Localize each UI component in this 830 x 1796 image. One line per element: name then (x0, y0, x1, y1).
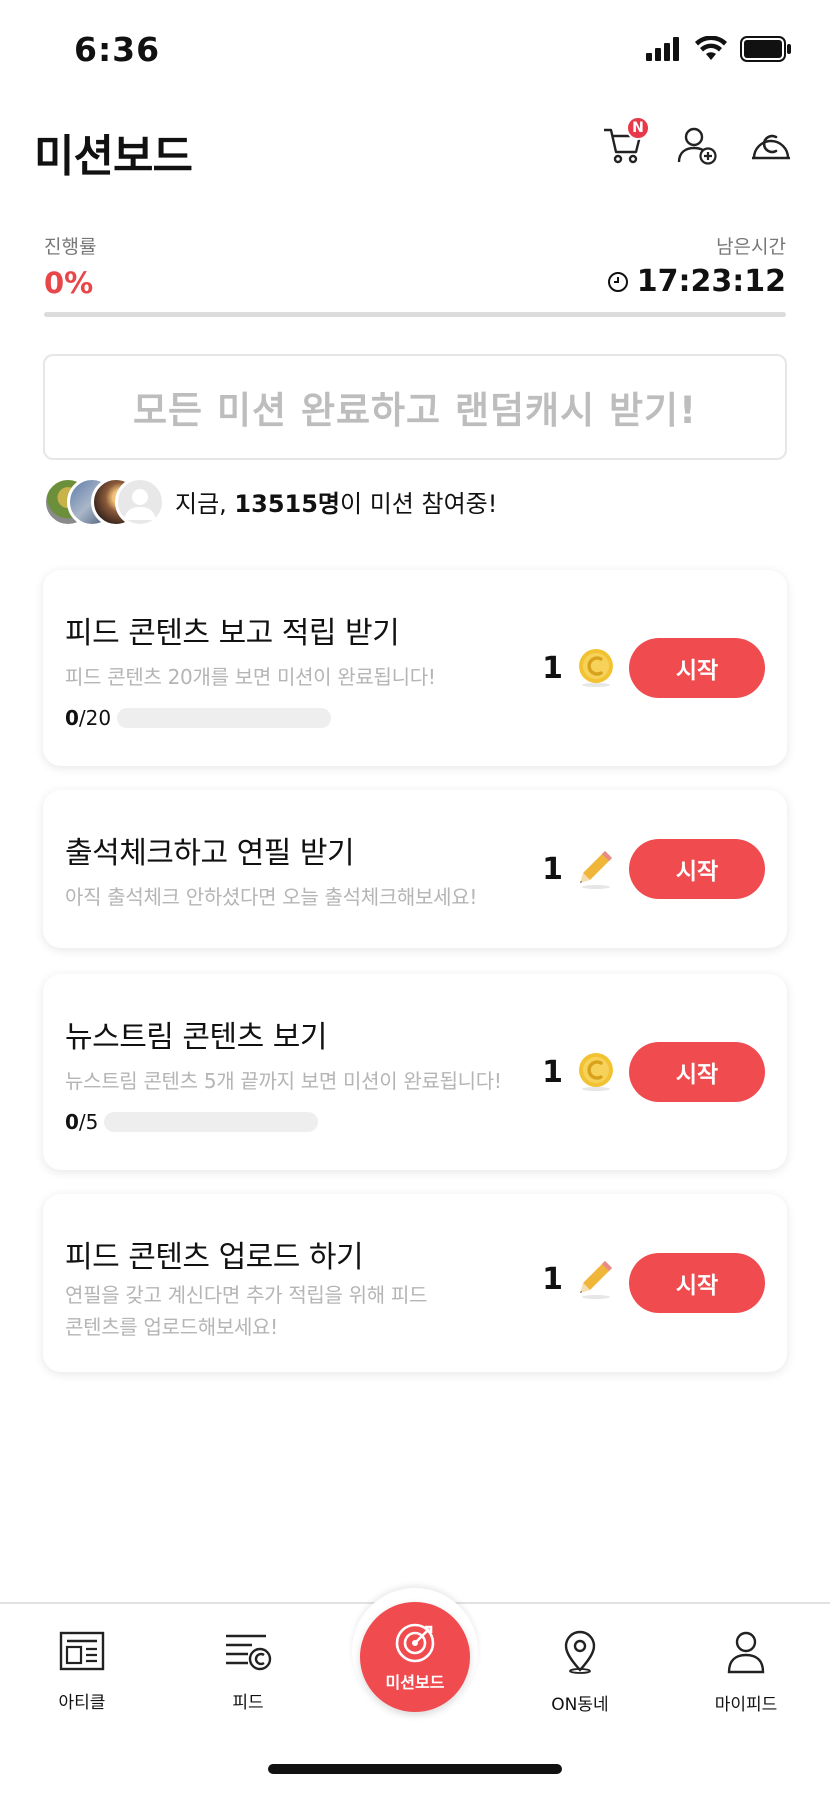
progress-bar (44, 312, 786, 317)
mission-description: 피드 콘텐츠 20개를 보면 미션이 완료됩니다! (65, 665, 436, 689)
reward-amount: 1 (542, 1261, 563, 1297)
status-bar: 6:36 (0, 0, 830, 100)
all-missions-reward-banner[interactable]: 모든 미션 완료하고 랜덤캐시 받기! (43, 354, 787, 460)
nav-label: ON동네 (551, 1695, 609, 1715)
mission-reward: 1 (542, 848, 615, 890)
article-icon (59, 1631, 105, 1671)
cash-button[interactable] (748, 122, 794, 168)
start-button[interactable]: 시작 (629, 839, 765, 899)
mission-card[interactable]: 피드 콘텐츠 업로드 하기 연필을 갖고 계신다면 추가 적립을 위해 피드 콘… (43, 1194, 787, 1372)
reward-amount: 1 (542, 650, 563, 686)
cart-new-badge: N (626, 116, 650, 140)
avatar (115, 477, 165, 527)
page-title: 미션보드 (34, 131, 193, 182)
status-time: 6:36 (74, 30, 161, 69)
progress-label: 진행률 (44, 236, 97, 258)
nav-item-on-dongne[interactable]: ON동네 (520, 1630, 640, 1715)
status-icons (646, 36, 792, 62)
mission-reward: 1 (542, 648, 615, 688)
mission-description-line1: 연필을 갖고 계신다면 추가 적립을 위해 피드 (65, 1283, 428, 1307)
wifi-icon (695, 36, 727, 60)
clock-icon (607, 271, 628, 292)
nav-label: 미션보드 (385, 1673, 445, 1692)
default-avatar-icon (124, 489, 156, 520)
nav-label: 마이피드 (714, 1695, 778, 1715)
person-icon (727, 1631, 765, 1674)
remaining-time-value: 17:23:12 (636, 264, 786, 299)
coin-icon (579, 1053, 613, 1091)
mission-title: 피드 콘텐츠 업로드 하기 (65, 1240, 364, 1275)
participant-count-text: 지금, 13515명이 미션 참여중! (175, 489, 498, 518)
add-user-icon (677, 127, 717, 165)
start-button[interactable]: 시작 (629, 1253, 765, 1313)
cart-button[interactable]: N (600, 116, 650, 168)
reward-amount: 1 (542, 1054, 563, 1090)
cellular-signal-icon (646, 37, 679, 61)
nav-item-missionboard[interactable]: 미션보드 (360, 1602, 470, 1712)
mission-card[interactable]: 출석체크하고 연필 받기 아직 출석체크 안하셨다면 오늘 출석체크해보세요! … (43, 790, 787, 948)
mission-title: 피드 콘텐츠 보고 적립 받기 (65, 616, 400, 651)
mission-description: 뉴스트림 콘텐츠 5개 끝까지 보면 미션이 완료됩니다! (65, 1069, 502, 1093)
cash-icon (752, 134, 790, 160)
remaining-time-label: 남은시간 (716, 236, 786, 258)
remaining-time: 17:23:12 (607, 264, 786, 299)
nav-item-article[interactable]: 아티클 (22, 1630, 142, 1713)
coin-icon (579, 649, 613, 687)
target-icon (395, 1623, 435, 1663)
nav-label: 아티클 (58, 1693, 106, 1713)
reward-banner-text: 모든 미션 완료하고 랜덤캐시 받기! (133, 389, 697, 432)
pencil-icon (580, 1261, 612, 1299)
mission-description-line2: 콘텐츠를 업로드해보세요! (65, 1315, 278, 1339)
nav-label: 피드 (232, 1693, 264, 1713)
start-button[interactable]: 시작 (629, 1042, 765, 1102)
mission-card[interactable]: 피드 콘텐츠 보고 적립 받기 피드 콘텐츠 20개를 보면 미션이 완료됩니다… (43, 570, 787, 766)
participants-row: 지금, 13515명이 미션 참여중! (43, 474, 497, 528)
header-actions: N (600, 116, 794, 168)
participant-avatars (43, 475, 173, 527)
mission-title: 출석체크하고 연필 받기 (65, 836, 355, 871)
pencil-icon (580, 851, 612, 889)
mission-progress: 0/5 (65, 1110, 319, 1134)
mission-description: 아직 출석체크 안하셨다면 오늘 출석체크해보세요! (65, 885, 478, 909)
add-friend-button[interactable] (674, 122, 720, 168)
nav-item-feed[interactable]: 피드 (188, 1630, 308, 1713)
mission-title: 뉴스트림 콘텐츠 보기 (65, 1020, 327, 1055)
mission-progress: 0/20 (65, 706, 332, 730)
participant-count: 13515명 (234, 489, 340, 518)
progress-value: 0% (44, 266, 94, 300)
battery-icon (740, 36, 791, 62)
location-pin-icon (564, 1630, 596, 1674)
nav-item-my-feed[interactable]: 마이피드 (686, 1630, 806, 1715)
feed-icon (226, 1634, 272, 1671)
start-button[interactable]: 시작 (629, 638, 765, 698)
mission-progress-bar (117, 708, 332, 728)
mission-card[interactable]: 뉴스트림 콘텐츠 보기 뉴스트림 콘텐츠 5개 끝까지 보면 미션이 완료됩니다… (43, 974, 787, 1170)
header: 미션보드 N (0, 110, 830, 190)
mission-reward: 1 (542, 1052, 615, 1092)
mission-progress-bar (104, 1112, 319, 1132)
home-indicator (268, 1764, 562, 1774)
mission-reward: 1 (542, 1258, 615, 1300)
reward-amount: 1 (542, 851, 563, 887)
